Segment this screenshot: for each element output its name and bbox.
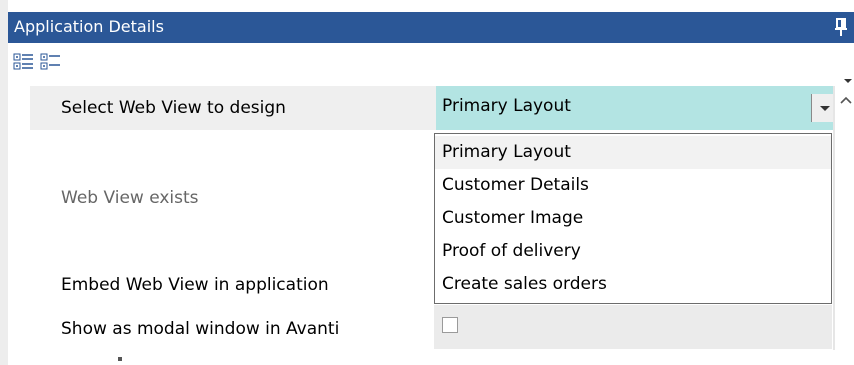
- left-strip: [0, 0, 8, 365]
- selected-web-view-value: Primary Layout: [442, 96, 571, 116]
- application-details-panel: Application Details Select Web View to d…: [0, 0, 854, 365]
- select-dropdown-button[interactable]: [811, 94, 835, 122]
- panel-title: Application Details: [14, 17, 164, 36]
- show-modal-checkbox[interactable]: [442, 317, 458, 333]
- embed-web-view-row: Embed Web View in application: [30, 263, 436, 307]
- categorized-view-icon[interactable]: [13, 51, 35, 73]
- dropdown-option[interactable]: Primary Layout: [435, 136, 831, 169]
- panel-title-bar: Application Details: [8, 12, 854, 43]
- select-web-view-row: Select Web View to design Primary Layout: [30, 86, 835, 130]
- chevron-down-icon[interactable]: [844, 70, 852, 83]
- alphabetical-view-icon[interactable]: [40, 51, 62, 73]
- show-modal-row: Show as modal window in Avanti: [30, 307, 436, 351]
- show-modal-label: Show as modal window in Avanti: [61, 319, 340, 339]
- dropdown-option[interactable]: Proof of delivery: [435, 235, 831, 268]
- web-view-select[interactable]: Primary Layout: [436, 86, 835, 130]
- select-web-view-label: Select Web View to design: [61, 98, 286, 118]
- dropdown-option[interactable]: Create sales orders: [435, 268, 831, 301]
- web-view-exists-row: Web View exists: [30, 174, 436, 218]
- pin-icon[interactable]: [834, 17, 848, 37]
- dropdown-option[interactable]: Customer Details: [435, 169, 831, 202]
- web-view-dropdown-list: Primary Layout Customer Details Customer…: [434, 133, 832, 304]
- partial-text-fragment: [118, 357, 122, 361]
- dropdown-option[interactable]: Customer Image: [435, 202, 831, 235]
- web-view-exists-label: Web View exists: [61, 188, 199, 208]
- show-modal-field: [434, 305, 832, 349]
- embed-web-view-label: Embed Web View in application: [61, 275, 329, 295]
- grid-divider: [833, 86, 835, 350]
- scroll-up-icon[interactable]: [840, 93, 852, 107]
- chevron-down-icon: [820, 106, 830, 111]
